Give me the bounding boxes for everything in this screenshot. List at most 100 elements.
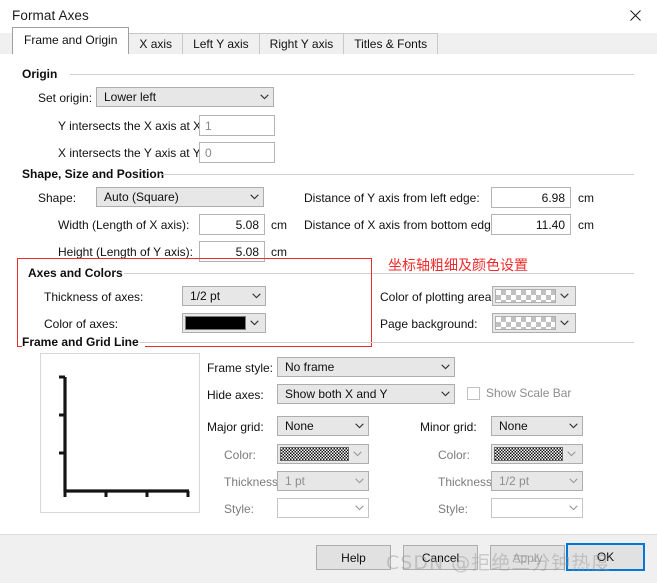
width-unit: cm [271, 218, 287, 232]
axes-preview [40, 353, 200, 513]
distance-y-left-input[interactable]: 6.98 [491, 187, 571, 208]
shape-size-position-group: Shape, Size and Position [22, 167, 634, 257]
minor-grid-color-swatch [494, 447, 563, 461]
tab-panel-frame-and-origin: Origin Set origin: Lower left Y intersec… [0, 54, 657, 534]
format-axes-dialog: Format Axes Frame and Origin X axis Left… [0, 0, 657, 583]
major-grid-select[interactable]: None [277, 416, 369, 436]
y-intersect-input[interactable]: 1 [199, 115, 275, 136]
x-intersect-label: X intersects the Y axis at Y= [58, 146, 208, 160]
width-label: Width (Length of X axis): [58, 218, 190, 232]
minor-grid-style-select[interactable] [491, 498, 583, 518]
major-grid-color-label: Color: [224, 448, 257, 462]
major-grid-thickness-value: 1 pt [285, 474, 306, 488]
distance-x-bottom-label: Distance of X axis from bottom edge: [304, 218, 501, 232]
tab-frame-and-origin[interactable]: Frame and Origin [12, 27, 130, 54]
major-grid-label: Major grid: [207, 420, 264, 434]
close-icon[interactable] [613, 0, 657, 31]
distance-y-left-value: 6.98 [541, 190, 565, 205]
thickness-of-axes-value: 1/2 pt [190, 289, 221, 303]
thickness-of-axes-label: Thickness of axes: [44, 290, 144, 304]
hide-axes-label: Hide axes: [207, 388, 264, 402]
distance-x-bottom-unit: cm [578, 218, 594, 232]
color-of-plotting-area-label: Color of plotting area: [380, 290, 495, 304]
chevron-down-icon [556, 289, 573, 303]
dialog-footer: Help Cancel Apply OK [0, 534, 657, 583]
frame-style-select[interactable]: No frame [277, 357, 455, 377]
set-origin-value: Lower left [104, 90, 157, 104]
x-intersect-input[interactable]: 0 [199, 142, 275, 163]
major-grid-color-swatch [280, 447, 349, 461]
frame-style-value: No frame [285, 360, 335, 374]
help-button[interactable]: Help [316, 545, 391, 570]
chevron-down-icon [564, 499, 582, 517]
shape-group-label: Shape, Size and Position [22, 167, 171, 181]
chevron-down-icon [350, 472, 368, 490]
chevron-down-icon [436, 358, 454, 376]
distance-y-left-unit: cm [578, 191, 594, 205]
cancel-button[interactable]: Cancel [403, 545, 478, 570]
ok-button[interactable]: OK [566, 543, 645, 571]
thickness-of-axes-select[interactable]: 1/2 pt [182, 286, 266, 306]
window-title: Format Axes [12, 8, 89, 23]
tab-right-y-axis[interactable]: Right Y axis [258, 33, 345, 54]
set-origin-label: Set origin: [38, 91, 93, 105]
apply-button[interactable]: Apply [490, 545, 565, 570]
width-input[interactable]: 5.08 [199, 214, 265, 235]
chevron-down-icon [556, 316, 573, 330]
minor-grid-thickness-label: Thickness: [438, 475, 496, 489]
minor-grid-value: None [499, 419, 528, 433]
chevron-down-icon [245, 188, 263, 206]
show-scale-bar-checkbox[interactable]: Show Scale Bar [467, 386, 571, 400]
set-origin-select[interactable]: Lower left [96, 87, 274, 107]
frame-grid-group-label: Frame and Grid Line [22, 335, 145, 349]
shape-label: Shape: [38, 191, 77, 205]
show-scale-bar-label: Show Scale Bar [486, 386, 572, 400]
tab-titles-and-fonts[interactable]: Titles & Fonts [343, 33, 439, 54]
x-intersect-value: 0 [205, 145, 212, 160]
color-of-plotting-area-select[interactable] [492, 286, 576, 306]
chevron-down-icon [349, 447, 366, 461]
chevron-down-icon [563, 447, 580, 461]
tab-x-axis[interactable]: X axis [128, 33, 184, 54]
frame-style-label: Frame style: [207, 361, 274, 375]
distance-x-bottom-value: 11.40 [535, 217, 565, 232]
shape-select[interactable]: Auto (Square) [96, 187, 264, 207]
minor-grid-label: Minor grid: [420, 420, 477, 434]
chevron-down-icon [350, 499, 368, 517]
height-input[interactable]: 5.08 [199, 241, 265, 262]
distance-x-bottom-input[interactable]: 11.40 [491, 214, 571, 235]
minor-grid-style-label: Style: [438, 502, 469, 516]
y-intersect-label: Y intersects the X axis at X= [58, 119, 209, 133]
minor-grid-color-label: Color: [438, 448, 471, 462]
minor-grid-thickness-select[interactable]: 1/2 pt [491, 471, 583, 491]
color-of-axes-swatch [185, 316, 246, 330]
major-grid-color-select[interactable] [277, 444, 369, 464]
annotation-text: 坐标轴粗细及颜色设置 [388, 258, 528, 274]
chevron-down-icon [350, 417, 368, 435]
tab-strip: Frame and Origin X axis Left Y axis Righ… [0, 27, 657, 55]
tab-left-y-axis[interactable]: Left Y axis [182, 33, 260, 54]
page-background-select[interactable] [492, 313, 576, 333]
axes-preview-graphic [59, 375, 190, 497]
major-grid-thickness-select[interactable]: 1 pt [277, 471, 369, 491]
chevron-down-icon [246, 316, 263, 330]
axes-colors-group-label: Axes and Colors [28, 266, 129, 280]
minor-grid-select[interactable]: None [491, 416, 583, 436]
checkbox-box [467, 386, 480, 400]
minor-grid-thickness-value: 1/2 pt [499, 474, 530, 488]
shape-value: Auto (Square) [104, 190, 179, 204]
y-intersect-value: 1 [205, 118, 212, 133]
hide-axes-value: Show both X and Y [285, 387, 388, 401]
page-background-swatch [495, 316, 556, 330]
page-background-label: Page background: [380, 317, 478, 331]
height-value: 5.08 [235, 244, 259, 259]
minor-grid-color-select[interactable] [491, 444, 583, 464]
height-label: Height (Length of Y axis): [58, 245, 193, 259]
color-of-axes-select[interactable] [182, 313, 266, 333]
major-grid-style-select[interactable] [277, 498, 369, 518]
chevron-down-icon [564, 472, 582, 490]
chevron-down-icon [564, 417, 582, 435]
hide-axes-select[interactable]: Show both X and Y [277, 384, 455, 404]
distance-y-left-label: Distance of Y axis from left edge: [304, 191, 480, 205]
plotting-area-swatch [495, 289, 556, 303]
